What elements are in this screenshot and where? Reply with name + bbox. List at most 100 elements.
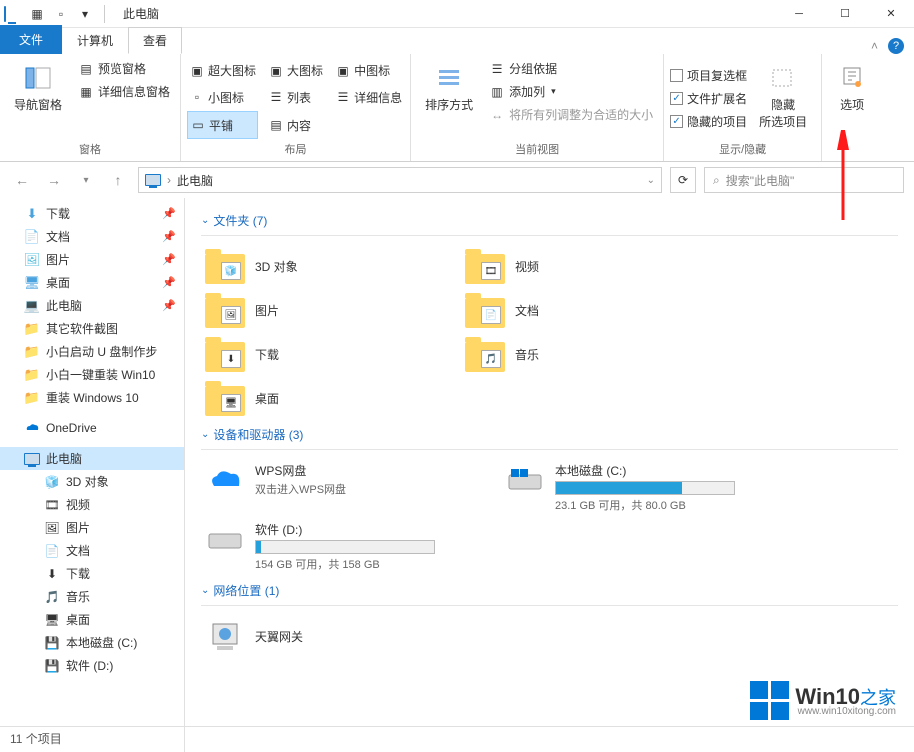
drive-d[interactable]: 软件 (D:) 154 GB 可用，共 158 GB — [201, 517, 501, 576]
sidebar-item[interactable]: 💻此电脑📌 — [0, 294, 184, 317]
tab-file[interactable]: 文件 — [0, 25, 62, 54]
addr-dropdown-icon[interactable]: ⌄ — [647, 175, 655, 186]
section-network[interactable]: ⌄ 网络位置 (1) — [201, 576, 898, 603]
layout-list[interactable]: ☰列表 — [266, 85, 325, 111]
checkbox-hidden-items[interactable]: ✓隐藏的项目 — [670, 112, 747, 131]
nav-pane-label: 导航窗格 — [14, 96, 62, 113]
section-drives[interactable]: ⌄ 设备和驱动器 (3) — [201, 420, 898, 447]
sidebar-onedrive[interactable]: OneDrive — [0, 417, 184, 439]
drive-c[interactable]: 本地磁盘 (C:) 23.1 GB 可用，共 80.0 GB — [501, 458, 801, 517]
breadcrumb[interactable]: 此电脑 — [177, 172, 213, 189]
layout-tile[interactable]: ▭平铺 — [187, 111, 258, 139]
folder-item[interactable]: 📄文档 — [461, 288, 721, 332]
navigation-pane[interactable]: ⬇下载📌📄文档📌🖼图片📌🖥桌面📌💻此电脑📌📁其它软件截图📁小白启动 U 盘制作步… — [0, 198, 185, 752]
back-button[interactable]: ← — [10, 168, 34, 192]
search-input[interactable]: ⌕ 搜索"此电脑" — [704, 167, 904, 193]
wps-cloud-icon — [205, 462, 245, 498]
app-icon — [4, 7, 22, 21]
sidebar-item[interactable]: 📄文档 — [0, 539, 184, 562]
layout-lg[interactable]: ▣大图标 — [266, 58, 325, 84]
tab-computer[interactable]: 计算机 — [62, 27, 128, 54]
folder-item[interactable]: 🖥桌面 — [201, 376, 461, 420]
maximize-button[interactable]: ☐ — [822, 0, 868, 28]
sidebar-item[interactable]: ⬇下载 — [0, 562, 184, 585]
group-icon: ☰ — [489, 61, 505, 77]
windows-logo-icon — [750, 681, 789, 720]
folder-item[interactable]: 🎞视频 — [461, 244, 721, 288]
close-button[interactable]: ✕ — [868, 0, 914, 28]
folder-item[interactable]: ⬇下载 — [201, 332, 461, 376]
qat-dropdown-icon[interactable]: ▾ — [74, 3, 96, 25]
sort-button[interactable]: 排序方式 — [417, 58, 481, 139]
details-pane-button[interactable]: ▦ 详细信息窗格 — [74, 81, 174, 102]
preview-pane-icon: ▤ — [78, 61, 94, 77]
folder-icon: 📁 — [24, 321, 40, 337]
sidebar-item[interactable]: 🎵音乐 — [0, 585, 184, 608]
checkbox-file-extensions[interactable]: ✓文件扩展名 — [670, 89, 747, 108]
refresh-button[interactable]: ⟳ — [670, 167, 696, 193]
group-label-layout: 布局 — [187, 139, 404, 159]
layout-detail[interactable]: ☰详细信息 — [333, 85, 404, 111]
options-button[interactable]: 选项 — [828, 58, 876, 143]
drive-wps[interactable]: WPS网盘 双击进入WPS网盘 — [201, 458, 501, 517]
layout-xl[interactable]: ▣超大图标 — [187, 58, 258, 84]
sidebar-item[interactable]: 📁小白启动 U 盘制作步 — [0, 340, 184, 363]
sidebar-item[interactable]: 📄文档📌 — [0, 225, 184, 248]
sidebar-item[interactable]: 🖼图片📌 — [0, 248, 184, 271]
folder-icon: 📄 — [465, 292, 505, 328]
sidebar-thispc[interactable]: 此电脑 — [0, 447, 184, 470]
up-button[interactable]: ↑ — [106, 168, 130, 192]
folder-item[interactable]: 🧊3D 对象 — [201, 244, 461, 288]
address-input[interactable]: › 此电脑 ⌄ — [138, 167, 662, 193]
collapse-ribbon-icon[interactable]: ˄ — [871, 39, 878, 53]
folder-icon: 🖼 — [205, 292, 245, 328]
fit-icon: ↔ — [489, 107, 505, 123]
qat-properties-icon[interactable]: ▦ — [26, 3, 48, 25]
group-label-showhide: 显示/隐藏 — [670, 139, 815, 159]
fit-columns-button[interactable]: ↔将所有列调整为合适的大小 — [485, 104, 657, 125]
qat-new-icon[interactable]: ▫ — [50, 3, 72, 25]
folder-icon: 📁 — [24, 344, 40, 360]
sidebar-item[interactable]: 📁其它软件截图 — [0, 317, 184, 340]
content-pane[interactable]: ⌄ 文件夹 (7) 🧊3D 对象🎞视频🖼图片📄文档⬇下载🎵音乐🖥桌面 ⌄ 设备和… — [185, 198, 914, 752]
folder-item[interactable]: 🎵音乐 — [461, 332, 721, 376]
sidebar-item[interactable]: 🧊3D 对象 — [0, 470, 184, 493]
folder-icon: 📁 — [24, 367, 40, 383]
folder-icon: ⬇ — [24, 206, 40, 222]
layout-md[interactable]: ▣中图标 — [333, 58, 404, 84]
hide-selected-button[interactable]: 隐藏 所选项目 — [751, 58, 815, 139]
group-by-button[interactable]: ☰分组依据 — [485, 58, 657, 79]
checkbox-item-checkboxes[interactable]: 项目复选框 — [670, 66, 747, 85]
tab-view[interactable]: 查看 — [128, 27, 182, 54]
sidebar-item[interactable]: ⬇下载📌 — [0, 202, 184, 225]
minimize-button[interactable]: ─ — [776, 0, 822, 28]
network-gateway[interactable]: 天翼网关 — [201, 614, 461, 658]
drive-d-progress — [255, 540, 435, 554]
chevron-down-icon: ⌄ — [201, 585, 209, 596]
layout-sm[interactable]: ▫小图标 — [187, 85, 258, 111]
sidebar-item[interactable]: 💾本地磁盘 (C:) — [0, 631, 184, 654]
add-columns-button[interactable]: ▥添加列▾ — [485, 81, 657, 102]
columns-icon: ▥ — [489, 84, 505, 100]
folder-icon: 🖼 — [24, 252, 40, 268]
sidebar-item[interactable]: 📁小白一键重装 Win10 — [0, 363, 184, 386]
separator — [104, 5, 105, 23]
layout-content[interactable]: ▤内容 — [266, 111, 325, 139]
recent-dropdown[interactable]: ▾ — [74, 168, 98, 192]
help-icon[interactable]: ? — [888, 38, 904, 54]
item-icon: ⬇ — [44, 566, 60, 582]
preview-pane-button[interactable]: ▤ 预览窗格 — [74, 58, 174, 79]
forward-button[interactable]: → — [42, 168, 66, 192]
sidebar-item[interactable]: 🖥桌面 — [0, 608, 184, 631]
folder-icon: 💻 — [24, 298, 40, 314]
nav-pane-button[interactable]: 导航窗格 — [6, 58, 70, 139]
sidebar-item[interactable]: 🖼图片 — [0, 516, 184, 539]
sidebar-item[interactable]: 🖥桌面📌 — [0, 271, 184, 294]
folder-item[interactable]: 🖼图片 — [201, 288, 461, 332]
search-placeholder: 搜索"此电脑" — [726, 172, 795, 189]
section-folders[interactable]: ⌄ 文件夹 (7) — [201, 206, 898, 233]
folder-icon: 🖥 — [205, 380, 245, 416]
sidebar-item[interactable]: 📁重装 Windows 10 — [0, 386, 184, 409]
sidebar-item[interactable]: 🎞视频 — [0, 493, 184, 516]
sidebar-item[interactable]: 💾软件 (D:) — [0, 654, 184, 677]
